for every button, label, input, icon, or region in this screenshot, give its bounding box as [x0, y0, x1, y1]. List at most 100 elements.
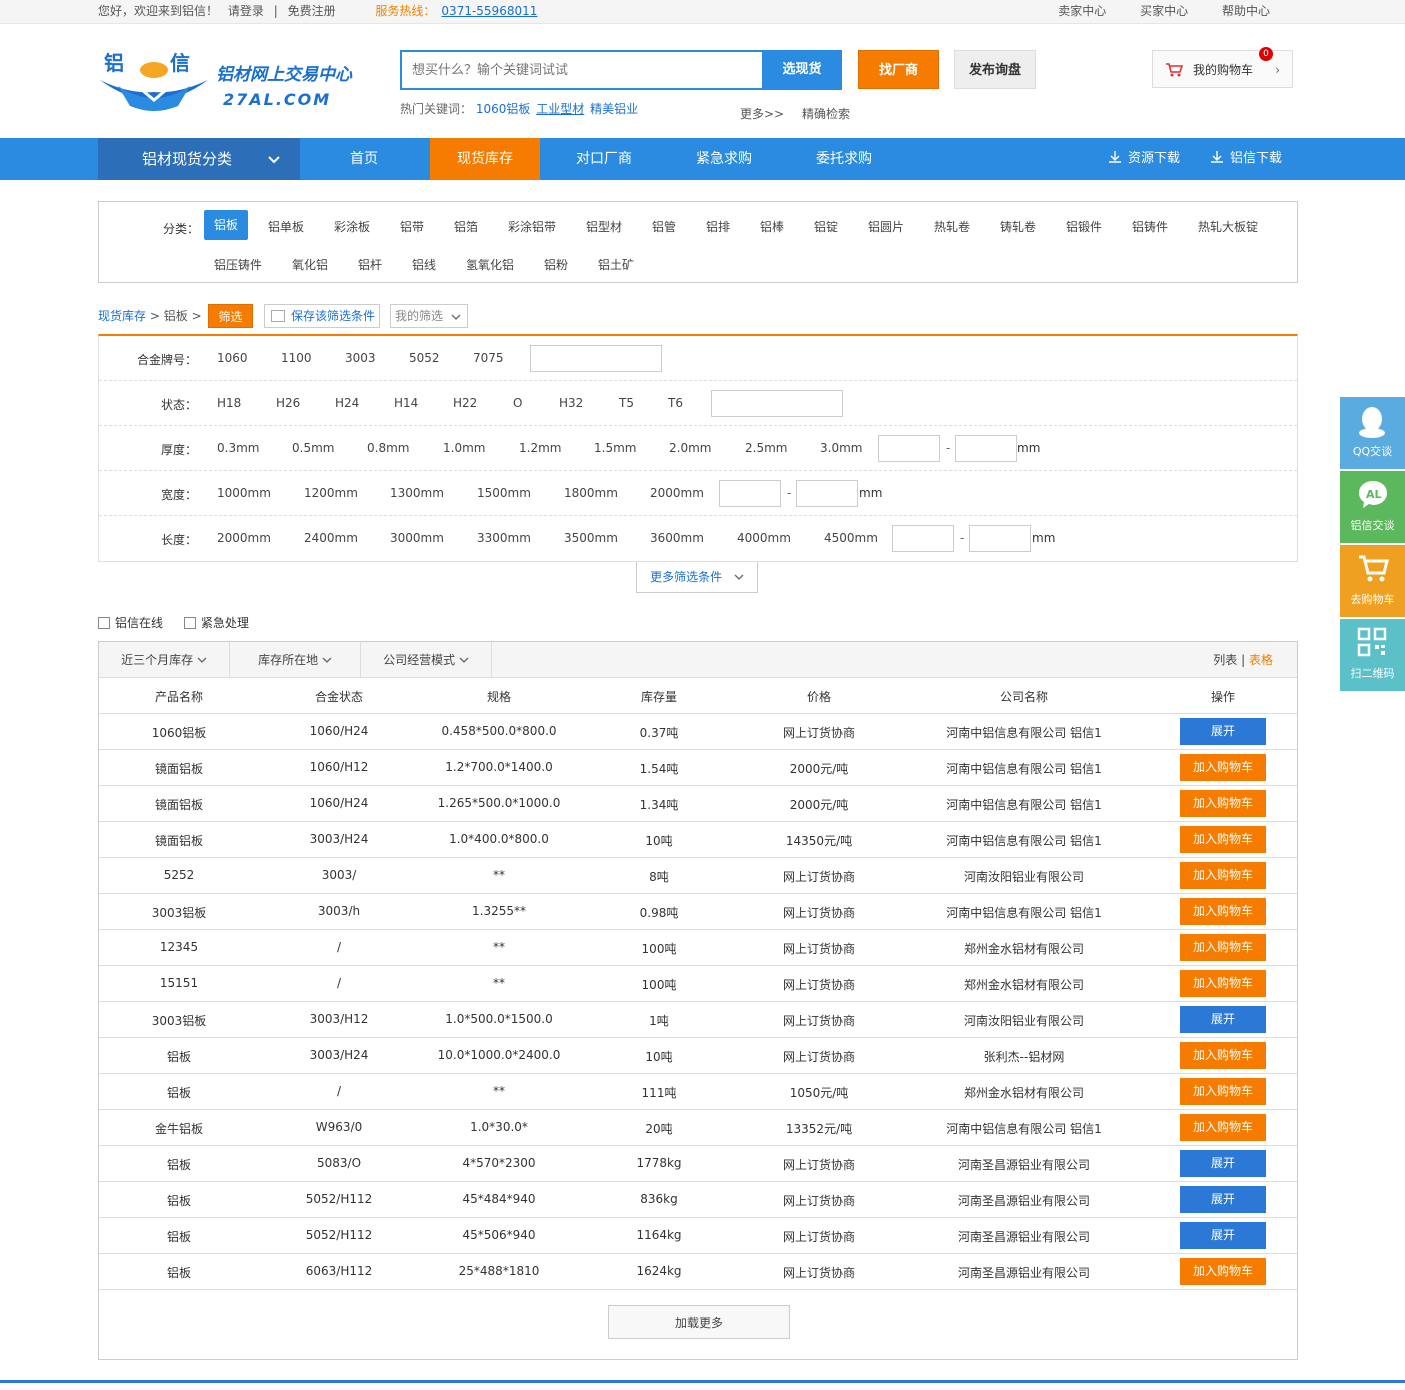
add-to-cart-button[interactable]: 加入购物车: [1180, 790, 1266, 817]
find-factory-button[interactable]: 找厂商: [858, 50, 939, 89]
hot-keyword[interactable]: 精美铝业: [590, 102, 638, 116]
qrcode-button[interactable]: 扫二维码: [1340, 619, 1405, 691]
filter-option[interactable]: 2000mm: [650, 486, 704, 500]
site-logo[interactable]: 铝 信 铝材网上交易中心 27AL.COM: [98, 50, 358, 120]
category-item[interactable]: 热轧卷: [934, 218, 970, 235]
filter-option[interactable]: 1.0mm: [443, 441, 485, 455]
add-to-cart-button[interactable]: 加入购物车: [1180, 898, 1266, 925]
stock-location-dropdown[interactable]: 库存所在地: [230, 642, 361, 678]
filter-option[interactable]: 2.5mm: [745, 441, 787, 455]
filter-option[interactable]: 3300mm: [477, 531, 531, 545]
category-item[interactable]: 铝圆片: [868, 218, 904, 235]
urgent-checkbox[interactable]: 紧急处理: [184, 614, 249, 631]
search-input[interactable]: [402, 52, 762, 88]
nav-factories[interactable]: 对口厂商: [544, 138, 664, 180]
my-cart-button[interactable]: 我的购物车 0 ›: [1152, 47, 1293, 88]
filter-option[interactable]: O: [513, 396, 522, 410]
category-item[interactable]: 铝铸件: [1132, 218, 1168, 235]
filter-option[interactable]: 1800mm: [564, 486, 618, 500]
category-item[interactable]: 热轧大板锭: [1198, 218, 1258, 235]
filter-option[interactable]: 1500mm: [477, 486, 531, 500]
my-filters-dropdown[interactable]: 我的筛选: [390, 304, 468, 328]
load-more-button[interactable]: 加载更多: [608, 1305, 790, 1339]
help-center-link[interactable]: 帮助中心: [1222, 4, 1270, 18]
filter-option[interactable]: 4500mm: [824, 531, 878, 545]
business-mode-dropdown[interactable]: 公司经营模式: [361, 642, 492, 678]
save-filter-button[interactable]: 保存该筛选条件: [264, 304, 380, 328]
qq-chat-button[interactable]: QQ交谈: [1340, 397, 1405, 469]
filter-option[interactable]: 4000mm: [737, 531, 791, 545]
app-download-link[interactable]: 铝信下载: [1210, 138, 1282, 180]
add-to-cart-button[interactable]: 加入购物车: [1180, 970, 1266, 997]
category-item[interactable]: 铸轧卷: [1000, 218, 1036, 235]
filter-option[interactable]: H14: [394, 396, 418, 410]
more-link[interactable]: 更多>>: [740, 105, 784, 122]
add-to-cart-button[interactable]: 加入购物车: [1180, 1114, 1266, 1141]
filter-option[interactable]: H32: [559, 396, 583, 410]
expand-button[interactable]: 展开: [1180, 718, 1266, 745]
hotline-number[interactable]: 0371-55968011: [441, 4, 537, 18]
add-to-cart-button[interactable]: 加入购物车: [1180, 934, 1266, 961]
add-to-cart-button[interactable]: 加入购物车: [1180, 862, 1266, 889]
view-table-link[interactable]: 表格: [1249, 653, 1273, 667]
search-stock-button[interactable]: 选现货: [762, 50, 842, 90]
category-item[interactable]: 铝锭: [814, 218, 838, 235]
publish-inquiry-button[interactable]: 发布询盘: [954, 50, 1036, 89]
nav-stock[interactable]: 现货库存: [430, 138, 540, 180]
recent-stock-dropdown[interactable]: 近三个月库存: [99, 642, 230, 678]
filter-option[interactable]: 2400mm: [304, 531, 358, 545]
filter-option[interactable]: 1.2mm: [519, 441, 561, 455]
filter-option[interactable]: 0.3mm: [217, 441, 259, 455]
hot-keyword[interactable]: 1060铝板: [476, 102, 531, 116]
filter-option[interactable]: 3600mm: [650, 531, 704, 545]
register-link[interactable]: 免费注册: [288, 4, 336, 18]
add-to-cart-button[interactable]: 加入购物车: [1180, 1042, 1266, 1069]
category-item[interactable]: 铝箔: [454, 218, 478, 235]
length-min-input[interactable]: [892, 525, 954, 552]
add-to-cart-button[interactable]: 加入购物车: [1180, 1078, 1266, 1105]
go-cart-button[interactable]: 去购物车: [1340, 545, 1405, 617]
breadcrumb-root[interactable]: 现货库存: [98, 309, 146, 323]
filter-option[interactable]: H22: [453, 396, 477, 410]
exact-search-link[interactable]: 精确检索: [802, 105, 850, 122]
state-custom-input[interactable]: [711, 390, 843, 417]
category-item[interactable]: 铝型材: [586, 218, 622, 235]
category-item[interactable]: 铝板: [204, 210, 249, 240]
nav-entrust-purchase[interactable]: 委托求购: [784, 138, 904, 180]
filter-button[interactable]: 筛选: [208, 304, 253, 328]
filter-option[interactable]: 1.5mm: [594, 441, 636, 455]
category-item[interactable]: 铝土矿: [598, 256, 634, 273]
online-checkbox[interactable]: 铝信在线: [98, 614, 163, 631]
resource-download-link[interactable]: 资源下载: [1108, 138, 1180, 180]
filter-option[interactable]: 1060: [217, 351, 248, 365]
login-link[interactable]: 请登录: [228, 4, 264, 18]
nav-urgent-purchase[interactable]: 紧急求购: [664, 138, 784, 180]
filter-option[interactable]: 3500mm: [564, 531, 618, 545]
more-filters-button[interactable]: 更多筛选条件: [636, 562, 758, 593]
seller-center-link[interactable]: 卖家中心: [1058, 4, 1106, 18]
category-item[interactable]: 氢氧化铝: [466, 256, 514, 273]
category-item[interactable]: 彩涂板: [334, 218, 370, 235]
filter-option[interactable]: 3003: [345, 351, 376, 365]
filter-option[interactable]: T6: [668, 396, 683, 410]
category-item[interactable]: 铝单板: [268, 218, 304, 235]
category-item[interactable]: 铝锻件: [1066, 218, 1102, 235]
alxin-chat-button[interactable]: AL 铝信交谈: [1340, 471, 1405, 543]
expand-button[interactable]: 展开: [1180, 1222, 1266, 1249]
category-item[interactable]: 彩涂铝带: [508, 218, 556, 235]
filter-option[interactable]: 1300mm: [390, 486, 444, 500]
category-item[interactable]: 铝粉: [544, 256, 568, 273]
filter-option[interactable]: 3.0mm: [820, 441, 862, 455]
add-to-cart-button[interactable]: 加入购物车: [1180, 754, 1266, 781]
view-list-link[interactable]: 列表: [1213, 653, 1237, 667]
thickness-min-input[interactable]: [878, 435, 940, 462]
filter-option[interactable]: 0.8mm: [367, 441, 409, 455]
filter-option[interactable]: H24: [335, 396, 359, 410]
nav-home[interactable]: 首页: [304, 138, 424, 180]
filter-option[interactable]: 2.0mm: [669, 441, 711, 455]
checkbox-box[interactable]: [184, 617, 196, 629]
filter-option[interactable]: T5: [619, 396, 634, 410]
width-min-input[interactable]: [719, 480, 781, 507]
add-to-cart-button[interactable]: 加入购物车: [1180, 1258, 1266, 1285]
width-max-input[interactable]: [796, 480, 858, 507]
